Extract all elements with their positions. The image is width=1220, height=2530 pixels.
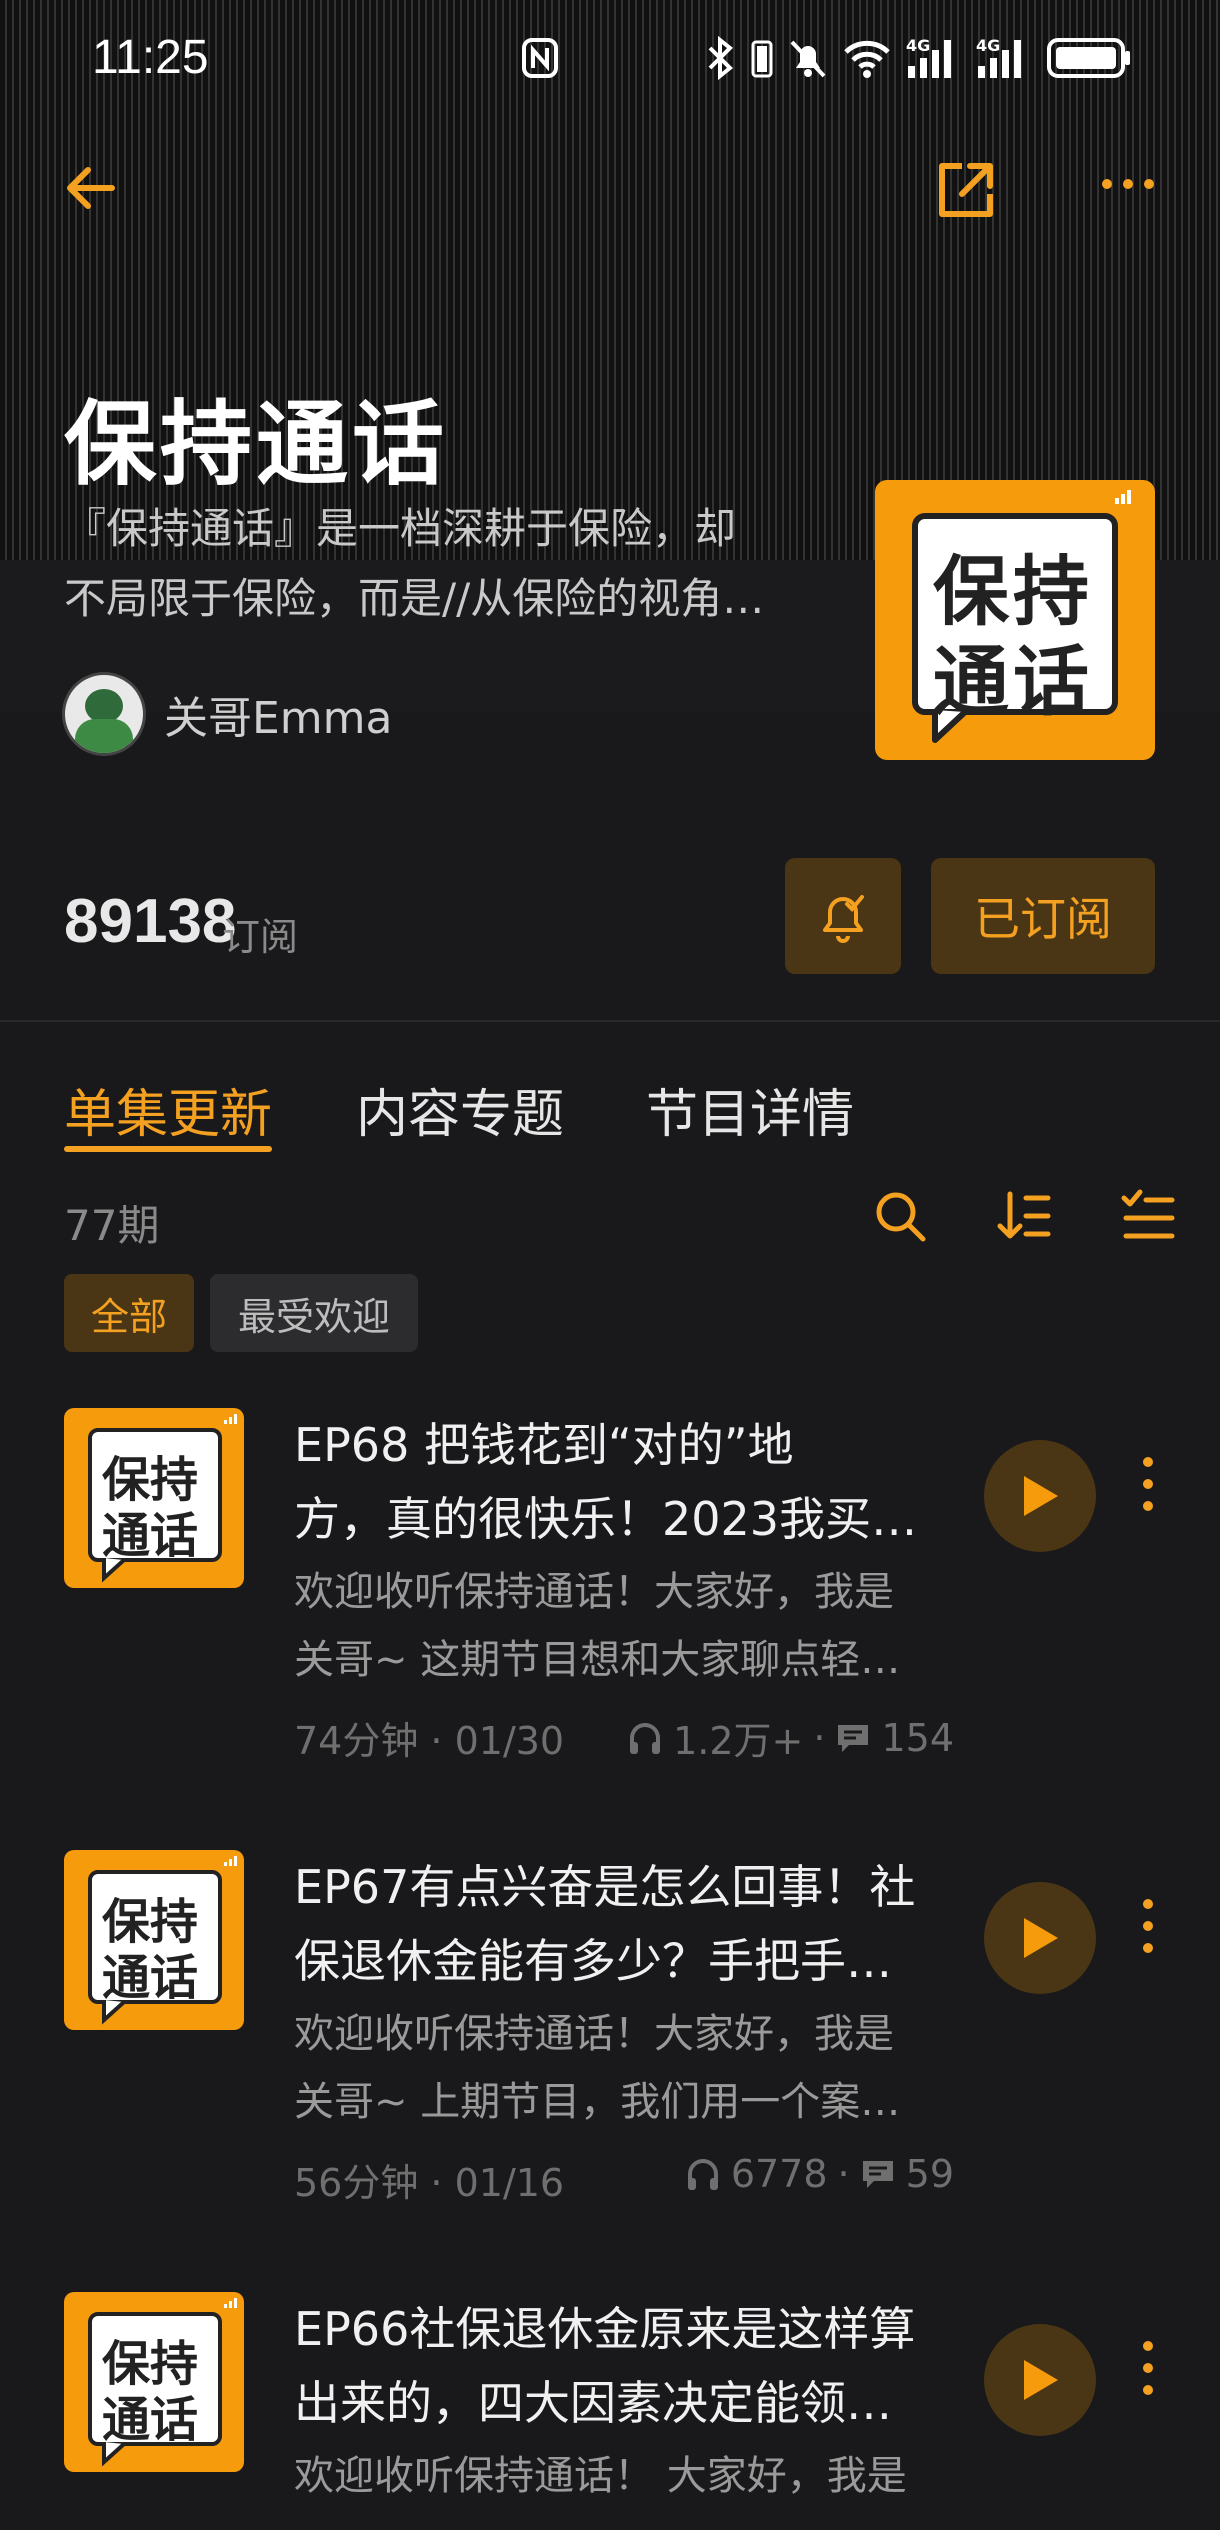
tab-details[interactable]: 节目详情 (646, 1072, 854, 1147)
episode-title-line: 出来的，四大因素决定能领… (294, 2376, 892, 2430)
author[interactable]: 关哥Emma (62, 672, 393, 756)
nfc-icon (522, 38, 558, 82)
clock: 11:25 (92, 31, 209, 84)
subscribed-button[interactable]: 已订阅 (931, 858, 1155, 974)
episode-description-line: 欢迎收听保持通话！大家好，我是 (294, 1569, 894, 1615)
episode-duration-date: 74分钟 · 01/30 (294, 1719, 565, 1763)
episode-item[interactable]: 保持 通话 EP67有点兴奋是怎么回事！社 保退休金能有多少？手把手… 欢迎收听… (0, 1850, 1220, 2270)
headphones-icon (630, 1722, 661, 1754)
play-count: 6778 (730, 2152, 828, 2196)
episode-title: EP67有点兴奋是怎么回事！社 保退休金能有多少？手把手… (294, 1850, 954, 1998)
episode-more-button[interactable] (1140, 2338, 1156, 2402)
play-icon (1024, 1476, 1058, 1516)
show-description-line: 『保持通话』是一档深耕于保险，却 (64, 504, 737, 553)
signal-4g-icon-2: 4G (976, 36, 1032, 80)
episode-title-line: EP68 把钱花到“对的”地 (294, 1418, 794, 1472)
battery-icon (1046, 36, 1132, 80)
comment-icon (862, 2161, 893, 2188)
episode-duration-date: 56分钟 · 01/16 (294, 2161, 565, 2205)
tab-episodes[interactable]: 单集更新 (64, 1072, 272, 1147)
episode-description: 欢迎收听保持通话！大家好，我是 关哥~ 这期节目想和大家聊点轻… (294, 1558, 934, 1694)
author-name: 关哥Emma (164, 693, 393, 744)
battery-saver-icon (750, 36, 774, 80)
cover-text: 通话 (933, 637, 1093, 726)
episode-title: EP66社保退休金原来是这样算 出来的，四大因素决定能领… (294, 2292, 954, 2440)
sort-icon[interactable] (996, 1188, 1052, 1248)
filter-all[interactable]: 全部 (64, 1274, 194, 1352)
cover-text: 通话 (102, 1508, 199, 1564)
comment-icon (838, 1724, 869, 1752)
play-count: 1.2万+ (673, 1719, 804, 1763)
more-options-button[interactable] (1100, 176, 1156, 196)
show-description[interactable]: 『保持通话』是一档深耕于保险，却 不局限于保险，而是//从保险的视角… (64, 494, 864, 634)
multi-select-icon[interactable] (1120, 1188, 1176, 1248)
episode-description-line: 关哥~ 这期节目想和大家聊点轻… (294, 1637, 901, 1683)
signal-4g-icon: 4G (906, 36, 962, 80)
play-button[interactable] (984, 2324, 1096, 2436)
avatar (62, 672, 146, 756)
subscriber-count: 89138 (64, 887, 237, 956)
episode-count: 77期 (64, 1201, 160, 1250)
comment-count: 154 (881, 1715, 954, 1760)
episode-item[interactable]: 保持 通话 EP66社保退休金原来是这样算 出来的，四大因素决定能领… 欢迎收听… (0, 2292, 1220, 2530)
subscriber-label: 订阅 (222, 915, 299, 959)
episode-title-line: EP66社保退休金原来是这样算 (294, 2302, 916, 2356)
episode-item[interactable]: 保持 通话 EP68 把钱花到“对的”地 方，真的很快乐！2023我买… 欢迎收… (0, 1408, 1220, 1828)
share-button[interactable] (934, 158, 998, 226)
episode-cover: 保持 通话 (64, 1408, 244, 1588)
wifi-icon (842, 36, 892, 80)
episode-description-line: 欢迎收听保持通话！ 大家好，我是 (294, 2453, 907, 2499)
bell-check-icon (823, 895, 864, 943)
cover-text: 通话 (102, 1950, 199, 2006)
notification-bell-button[interactable] (785, 858, 901, 974)
back-button[interactable] (60, 158, 120, 222)
episode-description: 欢迎收听保持通话！ 大家好，我是 (294, 2442, 934, 2510)
play-icon (1024, 1918, 1058, 1958)
show-title: 保持通话 (64, 391, 449, 498)
play-button[interactable] (984, 1440, 1096, 1552)
episode-more-button[interactable] (1140, 1896, 1156, 1960)
headphones-icon (687, 2159, 718, 2190)
show-description-line: 不局限于保险，而是//从保险的视角… (64, 574, 765, 623)
episode-title-line: EP67有点兴奋是怎么回事！社 (294, 1860, 916, 1914)
search-icon[interactable] (872, 1188, 928, 1248)
play-icon (1024, 2360, 1058, 2400)
cover-text: 通话 (102, 2392, 199, 2448)
mute-icon (788, 36, 828, 80)
episode-more-button[interactable] (1140, 1454, 1156, 1518)
status-bar: 11:25 4G 4G (0, 0, 1220, 120)
episode-cover: 保持 通话 (64, 1850, 244, 2030)
comment-count: 59 (905, 2152, 954, 2196)
bluetooth-icon (706, 36, 736, 80)
episode-description: 欢迎收听保持通话！大家好，我是 关哥~ 上期节目，我们用一个案… (294, 2000, 934, 2136)
active-tab-indicator (64, 1146, 272, 1152)
episode-cover: 保持 通话 (64, 2292, 244, 2472)
filter-popular[interactable]: 最受欢迎 (210, 1274, 418, 1352)
play-button[interactable] (984, 1882, 1096, 1994)
show-cover: 保持 通话 (875, 480, 1155, 760)
episode-description-line: 欢迎收听保持通话！大家好，我是 (294, 2011, 894, 2057)
episode-title-line: 方，真的很快乐！2023我买… (294, 1492, 918, 1546)
cover-signal-icon (1115, 490, 1131, 504)
episode-description-line: 关哥~ 上期节目，我们用一个案… (294, 2079, 901, 2125)
divider (0, 1020, 1220, 1022)
episode-title-line: 保退休金能有多少？手把手… (294, 1934, 892, 1988)
tab-topics[interactable]: 内容专题 (356, 1072, 564, 1147)
episode-title: EP68 把钱花到“对的”地 方，真的很快乐！2023我买… (294, 1408, 954, 1556)
